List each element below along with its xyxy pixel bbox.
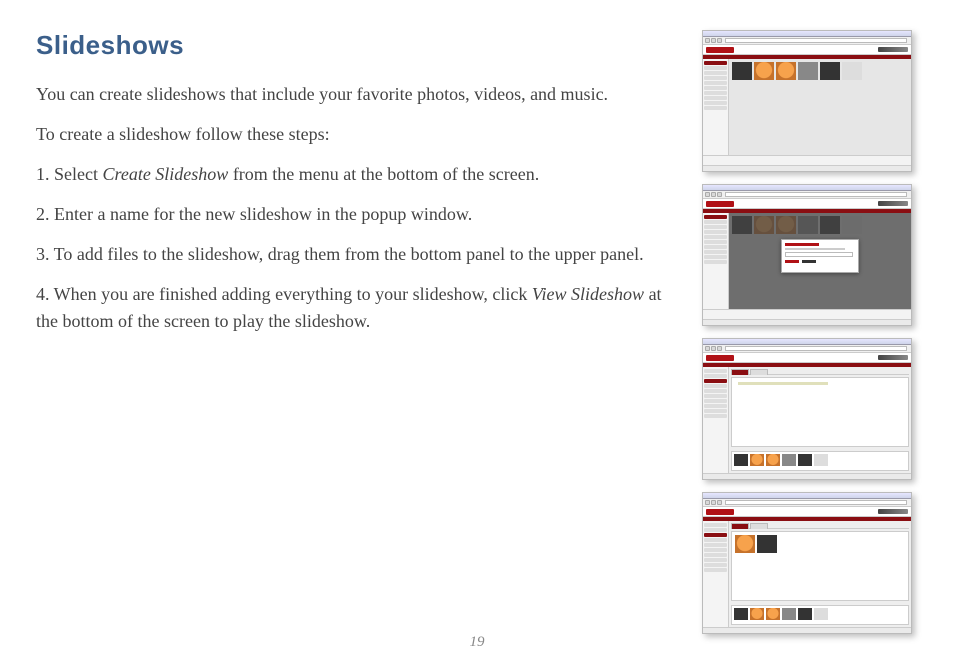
- step-4-pre: 4. When you are finished adding everythi…: [36, 284, 532, 304]
- new-slideshow-popup: [781, 239, 859, 273]
- step-1-post: from the menu at the bottom of the scree…: [228, 164, 539, 184]
- buffalo-logo: [706, 47, 734, 53]
- intro-paragraph: You can create slideshows that include y…: [36, 81, 684, 107]
- browser-toolbar: [703, 37, 911, 45]
- cloudstor-logo: [878, 47, 908, 52]
- sidebar: [703, 59, 729, 155]
- screenshot-3: [702, 338, 912, 480]
- step-4: 4. When you are finished adding everythi…: [36, 281, 684, 333]
- footer-bar: [703, 155, 911, 165]
- popup-cancel-button[interactable]: [802, 260, 816, 263]
- screenshot-4: [702, 492, 912, 634]
- status-bar: [703, 165, 911, 171]
- popup-title: [785, 243, 819, 246]
- lower-source-pane[interactable]: [731, 605, 909, 625]
- step-2: 2. Enter a name for the new slideshow in…: [36, 201, 684, 227]
- slideshow-name-field[interactable]: [785, 252, 853, 257]
- thumbnail-strip: [729, 59, 911, 83]
- popup-ok-button[interactable]: [785, 260, 799, 263]
- upper-drop-pane-filled[interactable]: [731, 531, 909, 601]
- page-number: 19: [0, 634, 954, 651]
- step-4-emphasis: View Slideshow: [532, 284, 644, 304]
- step-3: 3. To add files to the slideshow, drag t…: [36, 241, 684, 267]
- brand-row: [703, 45, 911, 55]
- tab-row: [731, 369, 909, 375]
- step-1-emphasis: Create Slideshow: [102, 164, 228, 184]
- main-panel: [729, 59, 911, 155]
- screenshot-1: [702, 30, 912, 172]
- step-1: 1. Select Create Slideshow from the menu…: [36, 161, 684, 187]
- lower-source-pane[interactable]: [731, 451, 909, 471]
- screenshot-column: [702, 30, 912, 641]
- upper-drop-pane[interactable]: [731, 377, 909, 447]
- step-1-pre: 1. Select: [36, 164, 102, 184]
- page-heading: Slideshows: [36, 30, 684, 61]
- lead-paragraph: To create a slideshow follow these steps…: [36, 121, 684, 147]
- screenshot-2: [702, 184, 912, 326]
